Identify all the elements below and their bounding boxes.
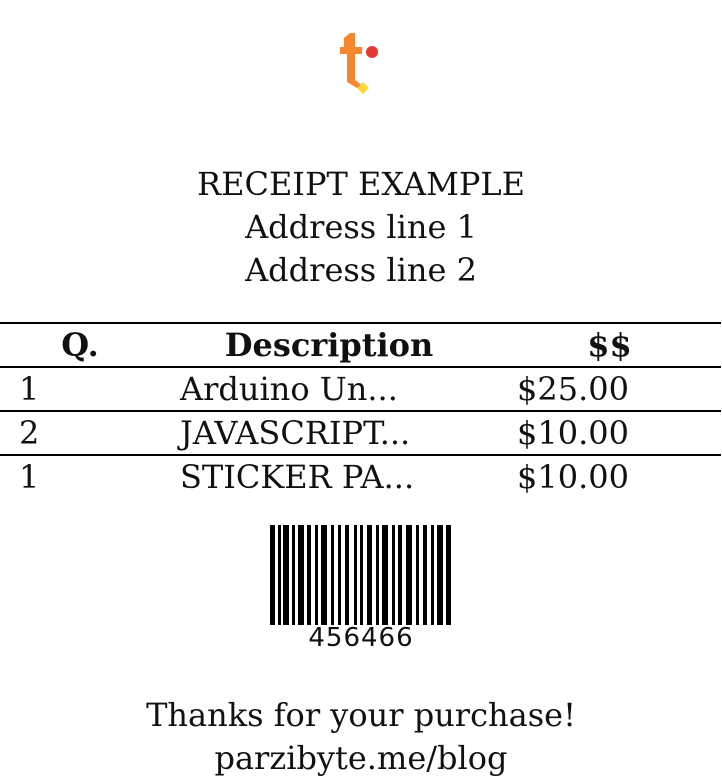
- item-description: Arduino Un...: [160, 367, 498, 412]
- item-quantity: 1: [19, 458, 40, 496]
- thanks-message: Thanks for your purchase!: [146, 696, 576, 734]
- table-row: 1 Arduino Un... $25.00: [0, 367, 721, 412]
- item-price: $25.00: [498, 367, 721, 412]
- item-quantity: 2: [0, 411, 160, 456]
- address-line-2: Address line 2: [245, 251, 477, 289]
- address-line-1: Address line 1: [245, 208, 477, 246]
- table-row: 2 JAVASCRIPT... $10.00: [0, 411, 721, 456]
- item-price: $10.00: [517, 458, 629, 496]
- brand-logo-icon: [330, 26, 390, 98]
- receipt-footer: Thanks for your purchase! parzibyte.me/b…: [0, 694, 722, 780]
- item-description: STICKER PA...: [180, 458, 415, 496]
- footer-link: parzibyte.me/blog: [214, 739, 508, 777]
- receipt-header: RECEIPT EXAMPLE Address line 1 Address l…: [0, 163, 722, 292]
- receipt-title: RECEIPT EXAMPLE: [197, 165, 525, 203]
- item-description: JAVASCRIPT...: [160, 411, 498, 456]
- receipt-items-table: Q. Description $$ 1 Arduino Un... $25.00…: [0, 322, 721, 498]
- barcode-number: 456466: [308, 623, 414, 653]
- column-header-price: $$: [498, 322, 721, 368]
- item-quantity: 1: [0, 367, 160, 412]
- item-price: $10.00: [498, 411, 721, 456]
- column-header-quantity: Q.: [0, 322, 160, 368]
- column-header-description: Description: [160, 322, 498, 368]
- table-row: 1 STICKER PA... $10.00: [0, 455, 721, 498]
- table-header-row: Q. Description $$: [0, 322, 721, 368]
